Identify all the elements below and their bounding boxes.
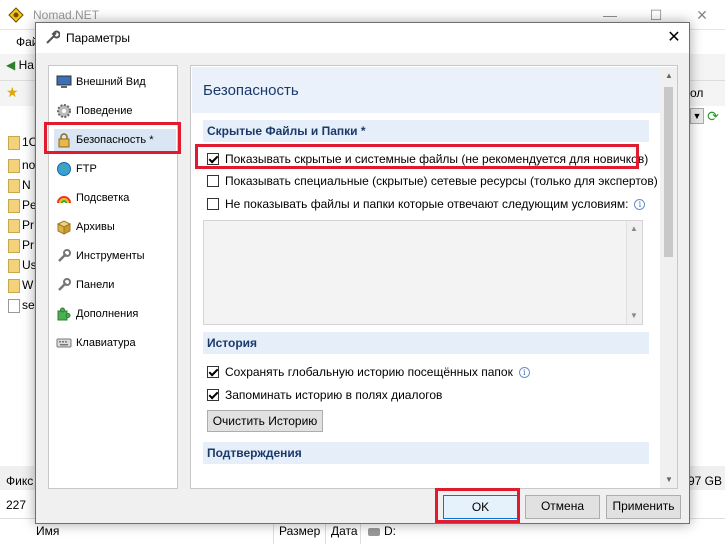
folder-icon [8,158,20,173]
puzzle-icon [56,306,72,322]
section-history: История [203,332,649,354]
dialog-close-button[interactable]: ✕ [663,27,685,49]
folder-icon [8,278,20,293]
section-confirmations: Подтверждения [203,442,649,464]
file-item[interactable]: W [8,275,38,295]
keyboard-icon [56,335,72,351]
scrollbar-thumb[interactable] [664,87,673,257]
dropdown-arrow-icon[interactable]: ▼ [690,108,704,124]
dialog-title: Параметры [66,31,130,45]
settings-content-panel: Безопасность Скрытые Файлы и Папки * Пок… [190,65,678,489]
file-item[interactable]: 1С [8,132,38,152]
cancel-button[interactable]: Отмена [525,495,600,519]
nav-item-appearance[interactable]: Внешний Вид [54,71,176,93]
section-hidden-files: Скрытые Файлы и Папки * [203,120,649,142]
nav-label: На [18,58,34,72]
right-panel-label: ол [690,86,704,100]
highlight-security-nav [44,122,181,154]
column-header-size[interactable]: Размер [279,524,320,538]
file-item[interactable]: Pr [8,215,38,235]
nav-item-panels[interactable]: Панели [54,274,176,296]
nav-item-ftp[interactable]: FTP [54,158,176,180]
settings-dialog: Параметры ✕ Внешний Вид Поведение Безопа… [35,22,690,524]
right-file-list [690,106,725,466]
main-window-title: Nomad.NET [33,8,100,22]
hide-conditions-textbox[interactable]: ▲ ▼ [203,220,643,325]
scroll-down-icon[interactable]: ▼ [665,475,673,484]
globe-icon [56,161,72,177]
monitor-icon [56,74,72,90]
file-item[interactable]: Us [8,255,38,275]
checkbox-checked-icon[interactable] [207,366,219,378]
folder-icon [8,135,20,150]
file-item[interactable]: N [8,175,38,195]
gear-icon [56,103,72,119]
folder-icon [8,238,20,253]
folder-icon [8,178,20,193]
content-scrollbar[interactable]: ▲ ▼ [660,67,677,488]
folder-icon [8,198,20,213]
nav-item-archives[interactable]: Архивы [54,216,176,238]
textbox-scrollbar[interactable]: ▲ ▼ [626,221,642,324]
nav-item-keyboard[interactable]: Клавиатура [54,332,176,354]
wrench-icon [44,30,61,46]
file-item[interactable]: no [8,155,38,175]
checkbox-unchecked-icon[interactable] [207,198,219,210]
nomad-app-icon [8,7,24,23]
main-close-button[interactable]: ✕ [692,5,712,25]
free-space-text: 97 GB [688,474,723,488]
clear-history-button[interactable]: Очистить Историю [207,410,323,432]
folder-icon [8,258,20,273]
highlight-show-hidden [195,144,639,169]
content-title: Безопасность [203,82,299,99]
drive-label[interactable]: D: [368,524,396,538]
scroll-up-icon[interactable]: ▲ [665,71,673,80]
panels-icon [56,277,72,293]
nav-item-addons[interactable]: Дополнения [54,303,176,325]
archive-box-icon [56,219,72,235]
dialog-titlebar [36,23,689,53]
item-count: 227 [6,498,27,512]
scroll-down-icon[interactable]: ▼ [630,311,638,320]
checkbox-unchecked-icon[interactable] [207,175,219,187]
nav-item-highlight[interactable]: Подсветка [54,187,176,209]
checkbox-checked-icon[interactable] [207,389,219,401]
apply-button[interactable]: Применить [606,495,681,519]
file-item[interactable]: Pe [8,195,38,215]
nav-item-behavior[interactable]: Поведение [54,100,176,122]
content-header: Безопасность [192,67,660,113]
file-item[interactable]: se [8,295,38,315]
info-icon[interactable]: i [634,199,646,211]
rainbow-icon [56,190,72,206]
status-left-text: Фикс [6,474,34,488]
folder-icon [8,218,20,233]
drive-icon [368,527,380,536]
wrench-icon [56,248,72,264]
nav-back-button[interactable]: ◀ На [6,58,34,72]
favorites-star-icon[interactable]: ★ [6,84,19,101]
highlight-ok-button [435,488,520,523]
nav-item-tools[interactable]: Инструменты [54,245,176,267]
scroll-up-icon[interactable]: ▲ [630,224,638,233]
document-icon [8,298,20,313]
refresh-icon[interactable]: ⟳ [704,108,722,124]
file-item[interactable]: Pr [8,235,38,255]
column-header-name[interactable]: Имя [36,524,59,538]
info-icon[interactable]: i [518,367,530,379]
column-header-date[interactable]: Дата [331,524,358,538]
